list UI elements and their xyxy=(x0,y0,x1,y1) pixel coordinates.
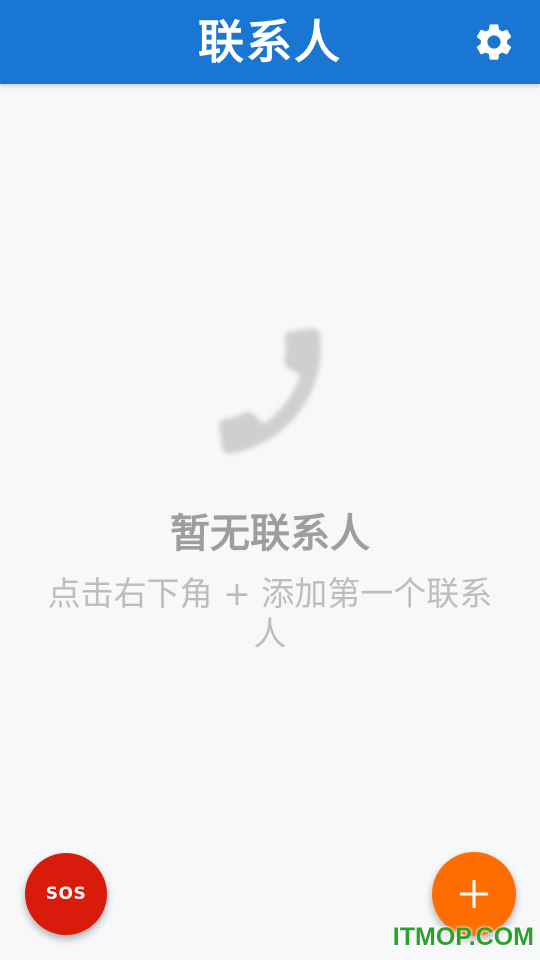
sos-button-label: SOS xyxy=(45,884,87,904)
gear-icon xyxy=(476,24,512,60)
plus-icon xyxy=(459,879,489,909)
app-bar: 联系人 xyxy=(0,0,540,84)
sos-button[interactable]: SOS xyxy=(25,853,107,935)
page-title: 联系人 xyxy=(198,15,342,69)
contacts-screen: 联系人 暂无联系人 点击右下角 + 添加第一个联系人 SOS ITMOP.COM xyxy=(0,0,540,960)
settings-button[interactable] xyxy=(468,16,520,68)
empty-state-hint: 点击右下角 + 添加第一个联系人 xyxy=(47,574,493,653)
empty-state-title: 暂无联系人 xyxy=(170,511,370,557)
empty-state-illustration xyxy=(196,316,346,466)
watermark: ITMOP.COM xyxy=(392,923,534,951)
phone-icon xyxy=(219,328,321,454)
